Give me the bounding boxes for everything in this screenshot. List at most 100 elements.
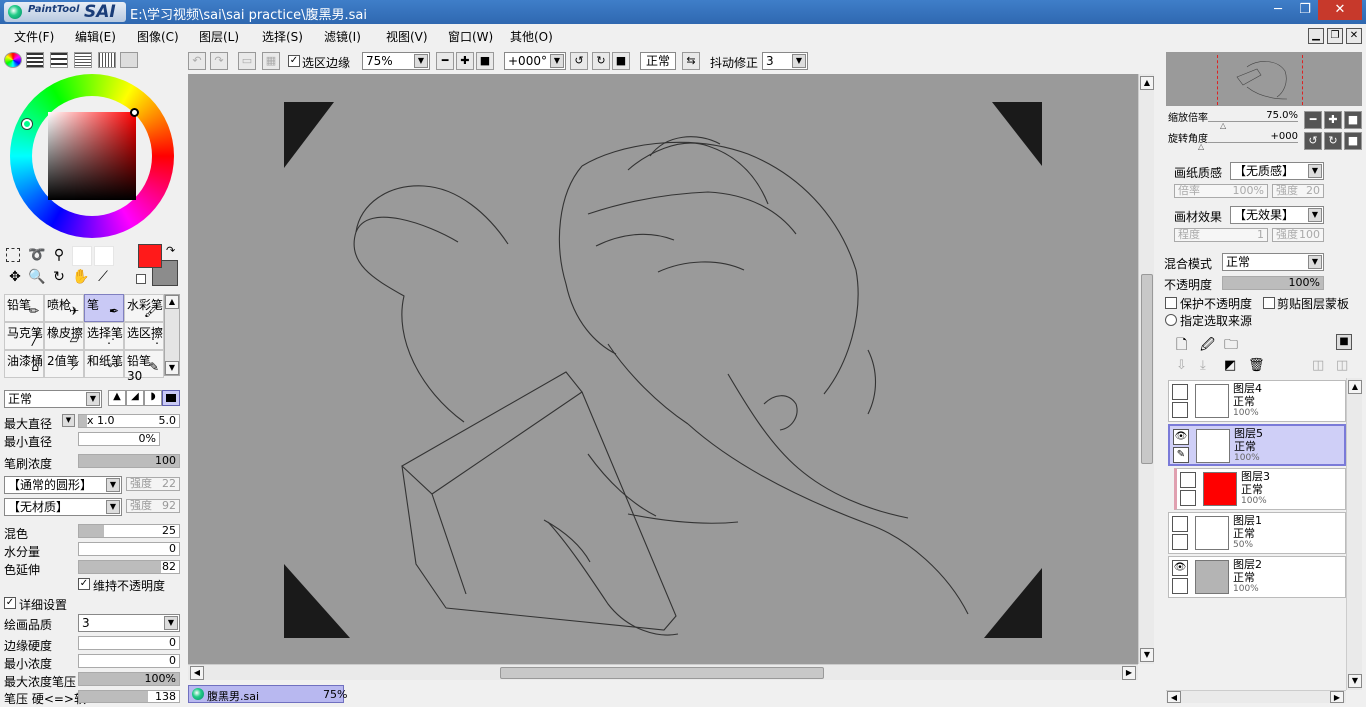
layer-row[interactable]: 👁 ✎ 图层5 正常 100% [1168, 424, 1346, 466]
clip-mask-checkbox[interactable] [1263, 297, 1275, 309]
layer-opacity-slider[interactable]: 100% [1222, 276, 1324, 290]
move-icon[interactable]: ✥ [6, 268, 24, 286]
scratchpad-tab-icon[interactable] [120, 52, 138, 68]
zoom-reset-icon[interactable]: ■ [476, 52, 494, 70]
redo-icon[interactable]: ↷ [210, 52, 228, 70]
brush-tip-round-icon[interactable]: ◗ [144, 390, 162, 406]
brush-grid-scrollbar[interactable]: ▲ ▼ [164, 294, 180, 376]
layer-visibility-toggle[interactable]: 👁 [1172, 560, 1188, 576]
layer-lock-toggle[interactable]: ✎ [1173, 447, 1189, 463]
brush-slot[interactable]: 2值笔 ⟋ [44, 350, 84, 378]
rotation-select[interactable]: +000° ▼ [504, 52, 566, 70]
scroll-down-icon[interactable]: ▼ [165, 361, 179, 375]
layer-visibility-toggle[interactable]: 👁 [1173, 429, 1189, 445]
menu-other[interactable]: 其他(O) [510, 28, 553, 45]
canvas-vertical-scrollbar[interactable]: ▲ ▼ [1138, 74, 1154, 664]
scroll-right-icon[interactable]: ▶ [1122, 666, 1136, 680]
flip-horizontal-icon[interactable]: ⇆ [682, 52, 700, 70]
color-stretch-slider[interactable]: 82 [78, 560, 180, 574]
texture-strength-slider[interactable]: 强度 92 [126, 499, 180, 513]
clear-layer-icon[interactable]: ◩ [1224, 358, 1236, 373]
min-diameter-slider[interactable]: 0% [78, 432, 160, 446]
rgb-slider-tab-icon[interactable] [26, 52, 44, 68]
delete-layer-icon[interactable]: 🗑 [1248, 358, 1265, 373]
rotate-icon[interactable]: ↻ [50, 268, 68, 286]
max-density-pressure-slider[interactable]: 100% [78, 672, 180, 686]
brush-blend-mode-select[interactable]: 正常 ▼ [4, 390, 102, 408]
document-tab[interactable]: 腹黑男.sai 75% [188, 685, 347, 703]
brush-slot[interactable]: 选区擦 ⋱ [124, 322, 164, 350]
menu-filter[interactable]: 滤镜(I) [324, 28, 361, 45]
layer-blend-mode-select[interactable]: 正常 ▼ [1222, 253, 1324, 271]
layer-row[interactable]: 图层1 正常 50% [1168, 512, 1346, 554]
brush-tip-medium-icon[interactable]: ◢ [126, 390, 144, 406]
scroll-down-icon[interactable]: ▼ [1140, 648, 1154, 662]
layer-list-scrollbar[interactable]: ▲ ▼ [1346, 378, 1362, 690]
apply-mask-icon[interactable]: ◫ [1312, 358, 1324, 373]
close-button[interactable]: ✕ [1318, 0, 1362, 20]
scroll-up-icon[interactable]: ▲ [1140, 76, 1154, 90]
material-degree-slider[interactable]: 程度 1 [1174, 228, 1268, 242]
material-strength-slider[interactable]: 强度 100 [1272, 228, 1324, 242]
layer-row[interactable]: 👁 图层2 正常 100% [1168, 556, 1346, 598]
density-slider[interactable]: 100 [78, 454, 180, 468]
brush-slot[interactable]: 马克笔 ╱ [4, 322, 44, 350]
menu-file[interactable]: 文件(F) [14, 28, 54, 45]
mdi-restore-icon[interactable]: ❐ [1327, 28, 1343, 44]
brush-slot[interactable]: 笔 ✒ [84, 294, 124, 322]
layer-lock-toggle[interactable] [1172, 534, 1188, 550]
horizontal-scroll-thumb[interactable] [500, 667, 824, 679]
rotate-reset-icon[interactable]: ■ [612, 52, 630, 70]
menu-window[interactable]: 窗口(W) [448, 28, 493, 45]
transfer-down-icon[interactable]: ⇩ [1176, 358, 1187, 373]
zoom-select[interactable]: 75% ▼ [362, 52, 430, 70]
empty-swatch[interactable] [94, 246, 114, 266]
nav-rotate-cw-icon[interactable]: ↻ [1324, 132, 1342, 150]
foreground-color-swatch[interactable] [138, 244, 162, 268]
magic-wand-icon[interactable]: ⚲ [50, 246, 68, 264]
hue-cursor-icon[interactable] [22, 119, 32, 129]
brush-slot[interactable]: 铅笔 ✏ [4, 294, 44, 322]
nav-zoom-reset-icon[interactable]: ■ [1344, 111, 1362, 129]
scroll-left-icon[interactable]: ◀ [190, 666, 204, 680]
swap-colors-icon[interactable]: ↷ [166, 244, 175, 257]
mdi-close-icon[interactable]: ✕ [1346, 28, 1362, 44]
paper-scale-slider[interactable]: 倍率 100% [1174, 184, 1268, 198]
swatch-tab-icon[interactable] [74, 52, 92, 68]
sv-cursor-icon[interactable] [130, 108, 139, 117]
menu-view[interactable]: 视图(V) [386, 28, 428, 45]
new-layer-icon[interactable]: 🗋 [1176, 334, 1187, 358]
nav-zoom-in-icon[interactable]: ✚ [1324, 111, 1342, 129]
nav-rotate-thumb-icon[interactable]: △ [1198, 142, 1204, 151]
min-density-slider[interactable]: 0 [78, 654, 180, 668]
layer-lock-toggle[interactable] [1172, 402, 1188, 418]
new-linework-layer-icon[interactable]: 🖉 [1200, 334, 1215, 358]
brush-slot[interactable]: 油漆桶 ⌂ [4, 350, 44, 378]
color-wheel-tab-icon[interactable] [4, 52, 22, 68]
delete-mask-icon[interactable]: ◫ [1336, 358, 1348, 373]
max-diameter-slider[interactable]: x 1.0 5.0 [78, 414, 180, 428]
line-art-canvas[interactable] [188, 74, 1138, 664]
brush-tip-sharp-icon[interactable]: ▲ [108, 390, 126, 406]
layer-lock-toggle[interactable] [1180, 490, 1196, 506]
deselect-icon[interactable]: ▭ [238, 52, 256, 70]
eyedropper-icon[interactable]: ⟋ [94, 268, 112, 286]
minimize-button[interactable]: ─ [1264, 0, 1292, 20]
select-edge-checkbox[interactable]: ✓ [288, 55, 300, 67]
scroll-up-icon[interactable]: ▲ [1348, 380, 1362, 394]
zoom-out-icon[interactable]: ━ [436, 52, 454, 70]
brush-slot[interactable]: 喷枪 ✈ [44, 294, 84, 322]
protect-opacity-checkbox[interactable] [1165, 297, 1177, 309]
layer-row[interactable]: 图层4 正常 100% [1168, 380, 1346, 422]
canvas-area[interactable] [188, 74, 1138, 664]
new-folder-icon[interactable]: 🗀 [1224, 334, 1238, 358]
paper-strength-slider[interactable]: 强度 20 [1272, 184, 1324, 198]
nav-rotate-ccw-icon[interactable]: ↺ [1304, 132, 1322, 150]
material-effect-select[interactable]: 【无效果】 ▼ [1230, 206, 1324, 224]
zoom-icon[interactable]: 🔍 [28, 268, 46, 286]
layer-visibility-toggle[interactable] [1172, 384, 1188, 400]
nav-rotate-slider[interactable]: +000 [1208, 131, 1298, 143]
layer-visibility-toggle[interactable] [1172, 516, 1188, 532]
view-mode-button[interactable]: 正常 [640, 52, 676, 70]
empty-swatch[interactable] [72, 246, 92, 266]
